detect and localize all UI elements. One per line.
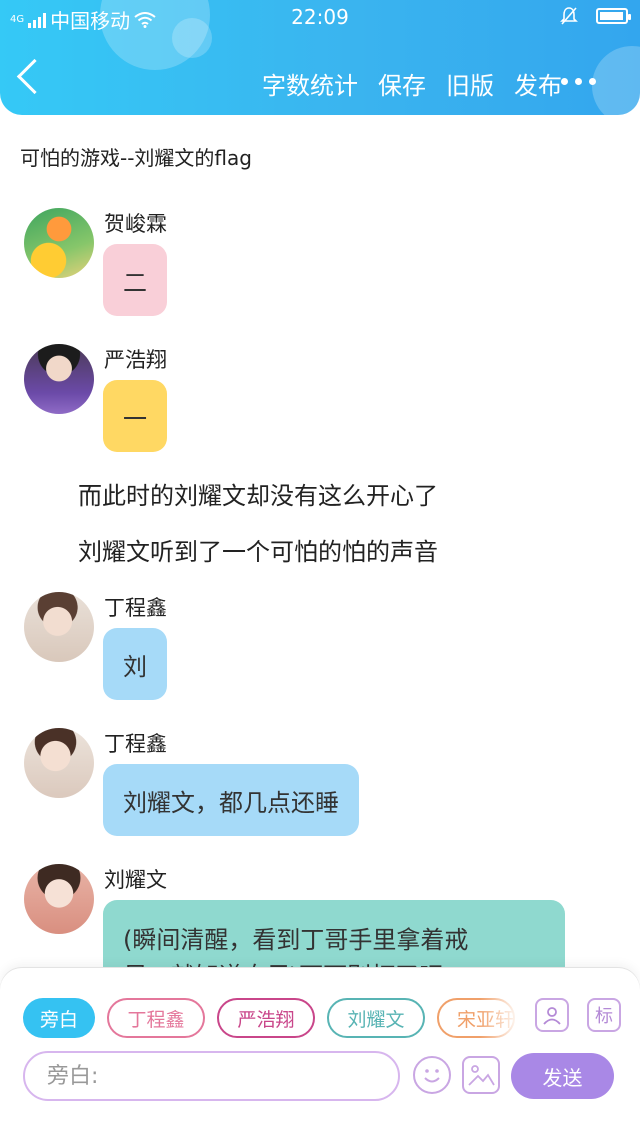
message-line: (瞬间清醒，看到丁哥手里拿着戒 (123, 926, 469, 954)
character-manage-icon[interactable] (535, 998, 569, 1032)
composer-panel: 旁白 丁程鑫 严浩翔 刘耀文 宋亚轩 标 发送 (0, 968, 640, 1138)
speaker-name: 贺峻霖 (104, 212, 167, 236)
top-header: 4G 中国移动 22:09 字数统计 保存 旧版 发布 (0, 0, 640, 115)
avatar[interactable] (24, 344, 94, 414)
picture-glyph (468, 1065, 495, 1086)
publish-button[interactable]: 发布 (514, 66, 562, 101)
role-chip-narrator[interactable]: 旁白 (23, 998, 95, 1038)
message-bubble[interactable]: 一 (103, 380, 167, 452)
message-bubble[interactable]: 二 (103, 244, 167, 316)
story-title: 可怕的游戏--刘耀文的flag (20, 146, 252, 170)
avatar[interactable] (24, 864, 94, 934)
battery-icon (596, 8, 631, 24)
role-chip-ding-chengxin[interactable]: 丁程鑫 (107, 998, 205, 1038)
speaker-name: 丁程鑫 (104, 732, 167, 756)
narration-text[interactable]: 刘耀文听到了一个可怕的怕的声音 (78, 532, 438, 567)
avatar[interactable] (24, 208, 94, 278)
avatar[interactable] (24, 592, 94, 662)
silent-bell-icon (560, 7, 578, 25)
clock: 22:09 (291, 5, 349, 29)
message-bubble[interactable]: 刘 (103, 628, 167, 700)
decor-bubble (592, 46, 640, 115)
speaker-name: 严浩翔 (104, 348, 167, 372)
tag-button[interactable]: 标 (587, 998, 621, 1032)
old-version-button[interactable]: 旧版 (446, 66, 494, 101)
speaker-name: 刘耀文 (104, 868, 167, 892)
back-button[interactable] (16, 58, 53, 95)
person-icon (543, 1007, 561, 1025)
chip-scroll-fade (480, 996, 520, 1040)
header-actions: 字数统计 保存 旧版 发布 (262, 66, 562, 101)
message-input[interactable] (23, 1051, 400, 1101)
send-button[interactable]: 发送 (511, 1053, 614, 1099)
more-menu-icon[interactable] (561, 78, 596, 85)
status-bar: 4G 中国移动 22:09 (0, 0, 640, 34)
message-bubble[interactable]: 刘耀文，都几点还睡 (103, 764, 359, 836)
narration-text[interactable]: 而此时的刘耀文却没有这么开心了 (78, 476, 438, 511)
word-count-button[interactable]: 字数统计 (262, 66, 358, 101)
save-button[interactable]: 保存 (378, 66, 426, 101)
avatar[interactable] (24, 728, 94, 798)
role-chip-yan-haoxiang[interactable]: 严浩翔 (217, 998, 315, 1038)
emoji-icon[interactable] (413, 1056, 451, 1094)
smiley-glyph (424, 1069, 440, 1083)
role-chip-liu-yaowen[interactable]: 刘耀文 (327, 998, 425, 1038)
speaker-name: 丁程鑫 (104, 596, 167, 620)
image-icon[interactable] (462, 1056, 500, 1094)
